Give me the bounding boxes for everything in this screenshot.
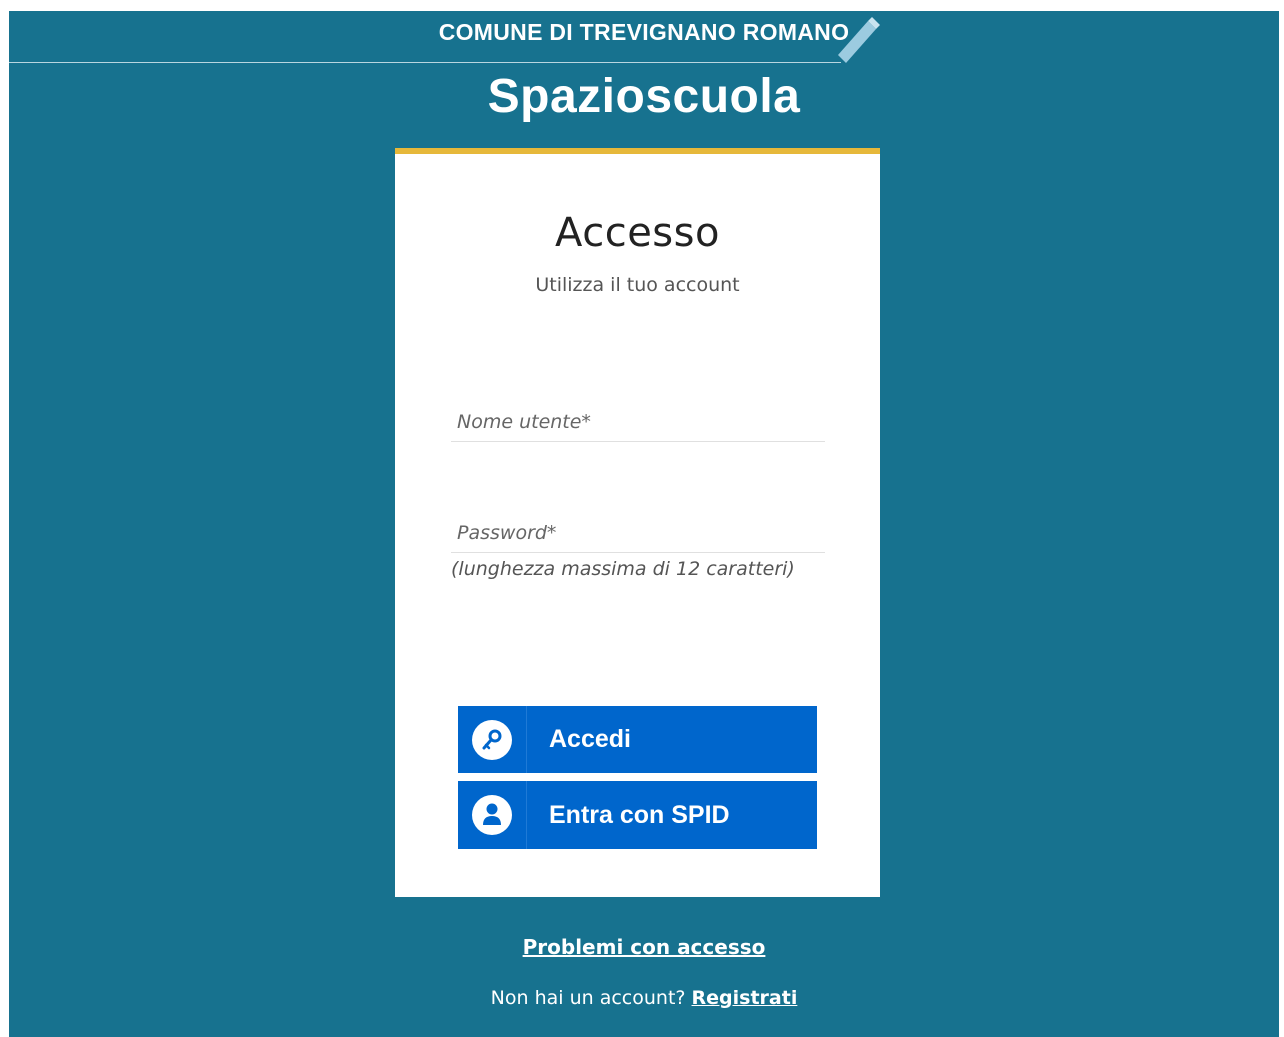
- problems-link[interactable]: Problemi con accesso: [9, 935, 1279, 959]
- username-input[interactable]: [451, 402, 825, 442]
- password-hint: (lunghezza massima di 12 caratteri): [451, 558, 795, 580]
- spid-button-label: Entra con SPID: [549, 800, 730, 829]
- key-icon: [472, 719, 512, 760]
- login-subtitle: Utilizza il tuo account: [535, 274, 740, 296]
- login-icon-box: [458, 706, 527, 773]
- spid-user-icon: [472, 795, 512, 835]
- page-background: COMUNE DI TREVIGNANO ROMANO Spazioscuola…: [9, 11, 1279, 1037]
- app-title: Spazioscuola: [487, 70, 801, 123]
- login-button[interactable]: Accedi: [458, 706, 817, 773]
- login-title: Accesso: [555, 210, 720, 256]
- no-account-text: Non hai un account?: [490, 987, 686, 1009]
- password-input[interactable]: [451, 513, 825, 553]
- spid-button[interactable]: Entra con SPID: [458, 781, 817, 849]
- register-line: Non hai un account? Registrati: [9, 987, 1279, 1009]
- pencil-icon: [838, 17, 880, 63]
- login-button-label: Accedi: [549, 725, 631, 753]
- header-divider: [9, 62, 841, 63]
- spid-icon-box: [458, 781, 527, 849]
- municipality-name: COMUNE DI TREVIGNANO ROMANO: [438, 19, 850, 45]
- register-link[interactable]: Registrati: [692, 987, 798, 1009]
- login-card: Accesso Utilizza il tuo account (lunghez…: [395, 148, 880, 897]
